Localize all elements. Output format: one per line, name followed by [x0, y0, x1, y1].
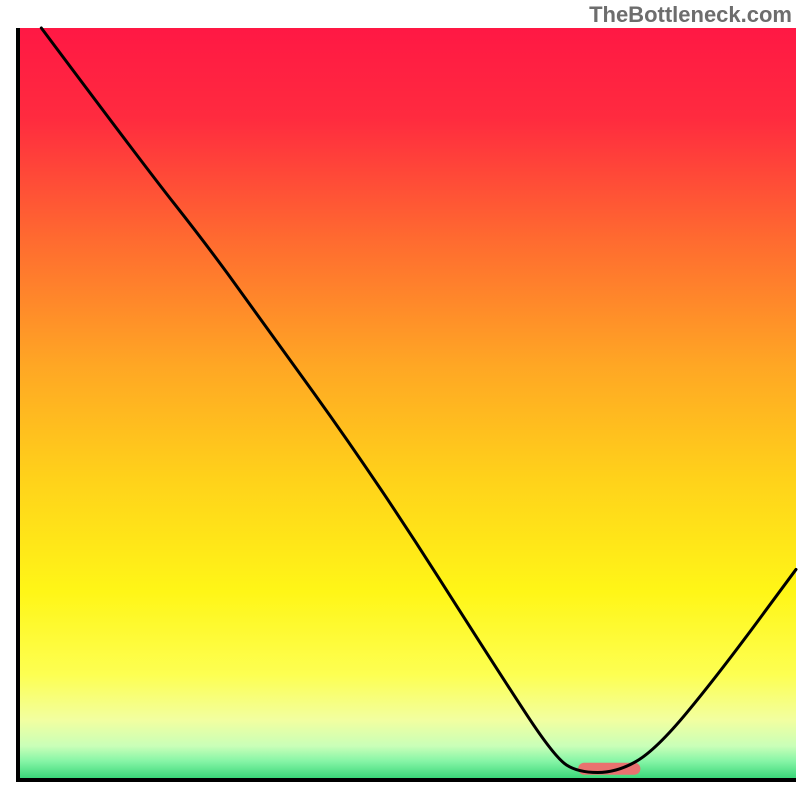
chart-container: TheBottleneck.com: [0, 0, 800, 800]
bottleneck-chart: [0, 0, 800, 800]
gradient-background: [18, 28, 796, 780]
